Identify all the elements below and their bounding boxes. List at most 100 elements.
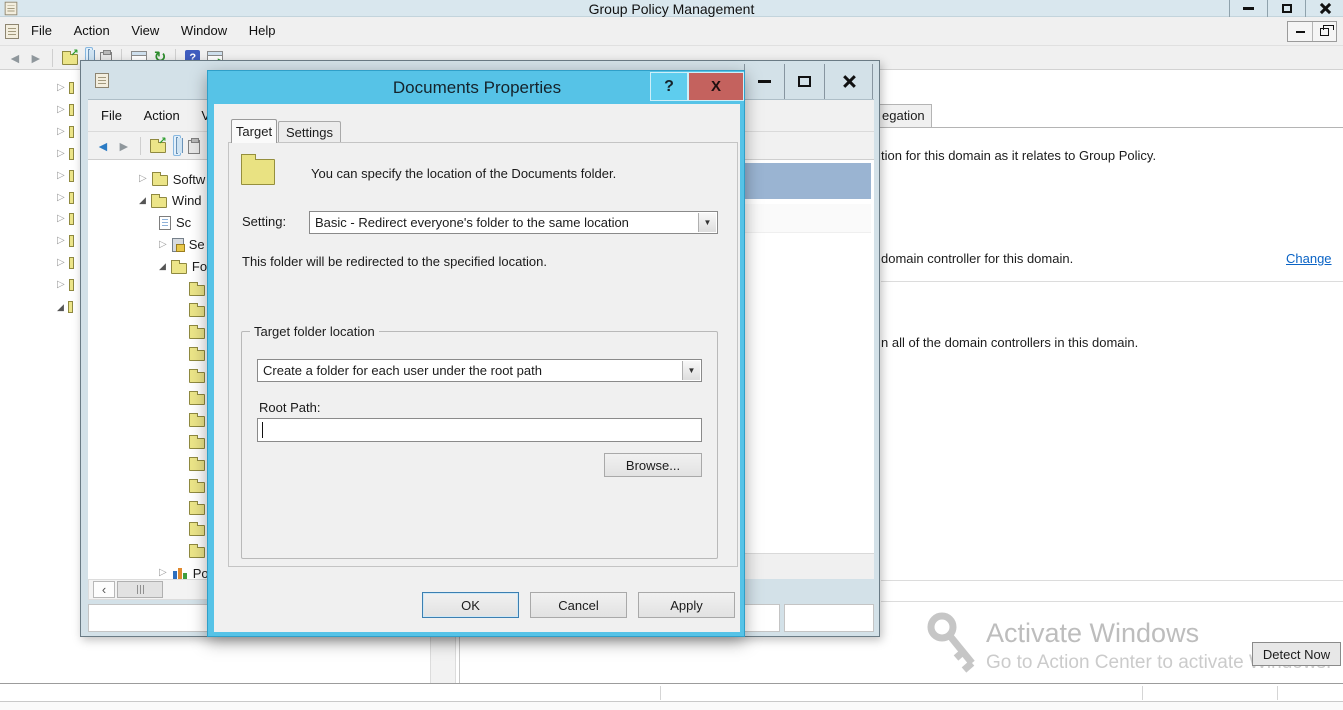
expander-collapsed-icon[interactable]: ▷ — [57, 149, 65, 159]
scripts-icon — [159, 216, 171, 230]
folder-icon — [189, 482, 205, 493]
mdi-restore-button[interactable] — [1312, 22, 1336, 41]
console-tree-toggle-button[interactable] — [173, 135, 181, 156]
main-tree-row[interactable]: ◢ — [57, 297, 73, 317]
expander-expanded-icon[interactable]: ◢ — [159, 262, 166, 271]
toolbar-separator — [52, 49, 53, 67]
expander-collapsed-icon[interactable]: ▷ — [57, 171, 65, 181]
expander-collapsed-icon[interactable]: ▷ — [57, 83, 65, 93]
tree-item-icon-sliver — [69, 279, 74, 291]
location-combobox[interactable]: Create a folder for each user under the … — [257, 359, 702, 382]
documents-folder-icon — [241, 159, 275, 185]
main-tree-row[interactable]: ▷ — [57, 253, 74, 273]
expander-collapsed-icon[interactable]: ▷ — [57, 105, 65, 115]
expander-collapsed-icon[interactable]: ▷ — [57, 193, 65, 203]
mdi-minimize-button[interactable] — [1288, 22, 1312, 41]
tab-target[interactable]: Target — [231, 119, 277, 143]
main-tree-row[interactable]: ▷ — [57, 122, 74, 142]
status-divider — [1277, 686, 1278, 700]
dropdown-button[interactable]: ▼ — [698, 213, 716, 232]
cancel-button[interactable]: Cancel — [530, 592, 627, 618]
setting-combobox[interactable]: Basic - Redirect everyone's folder to th… — [309, 211, 718, 234]
groupbox-title: Target folder location — [250, 324, 379, 339]
chevron-down-icon: ▼ — [688, 366, 696, 375]
expander-collapsed-icon[interactable]: ▷ — [159, 568, 167, 578]
editor-close-button[interactable] — [824, 64, 873, 99]
dialog-help-button[interactable]: ? — [650, 72, 688, 101]
root-path-input[interactable] — [257, 418, 702, 442]
expander-expanded-icon[interactable]: ◢ — [139, 196, 146, 205]
expander-collapsed-icon[interactable]: ▷ — [57, 214, 65, 224]
change-link[interactable]: Change — [1286, 251, 1332, 266]
tab-delegation-partial[interactable]: egation — [878, 104, 932, 127]
main-tree-row[interactable]: ▷ — [57, 100, 74, 120]
menu-file[interactable]: File — [22, 17, 61, 38]
expander-collapsed-icon[interactable]: ▷ — [139, 174, 147, 184]
main-tree-row[interactable]: ▷ — [57, 78, 74, 98]
scrollbar-thumb[interactable] — [117, 581, 163, 598]
expander-collapsed-icon[interactable]: ▷ — [159, 240, 167, 250]
main-titlebar: Group Policy Management — [0, 0, 1343, 17]
minimize-icon — [1296, 31, 1305, 33]
forward-arrow-icon[interactable]: ► — [117, 139, 131, 153]
section-divider — [881, 281, 1343, 282]
expander-collapsed-icon[interactable]: ▷ — [57, 236, 65, 246]
maximize-icon — [1282, 4, 1292, 13]
detect-now-button[interactable]: Detect Now — [1252, 642, 1341, 666]
up-folder-icon[interactable] — [150, 142, 166, 153]
main-tree-row[interactable]: ▷ — [57, 209, 74, 229]
back-arrow-icon[interactable]: ◄ — [8, 51, 22, 65]
editor-window-controls — [744, 64, 873, 99]
folder-icon — [189, 504, 205, 515]
expander-collapsed-icon[interactable]: ▷ — [57, 127, 65, 137]
section-divider — [881, 580, 1343, 581]
menu-window[interactable]: Window — [172, 17, 236, 38]
security-icon — [172, 238, 184, 252]
menu-action[interactable]: Action — [65, 17, 119, 38]
editor-menu-action[interactable]: Action — [135, 100, 189, 123]
main-menubar: File Action View Window Help — [0, 17, 1343, 46]
tree-item-icon-sliver — [69, 148, 74, 160]
menu-help[interactable]: Help — [240, 17, 285, 38]
list-row[interactable] — [745, 204, 871, 233]
expander-expanded-icon[interactable]: ◢ — [57, 303, 64, 312]
browse-button[interactable]: Browse... — [604, 453, 702, 477]
clipboard-icon[interactable] — [188, 140, 200, 154]
up-folder-icon[interactable] — [62, 54, 78, 65]
folder-icon — [189, 328, 205, 339]
editor-minimize-button[interactable] — [744, 64, 784, 99]
main-tree-row[interactable]: ▷ — [57, 275, 74, 295]
apply-button[interactable]: Apply — [638, 592, 735, 618]
dialog-close-button[interactable]: X — [688, 72, 744, 101]
folder-icon — [189, 285, 205, 296]
tab-settings[interactable]: Settings — [278, 121, 341, 142]
activate-windows-watermark: Activate Windows — [986, 618, 1199, 649]
main-tree-row[interactable]: ▷ — [57, 188, 74, 208]
right-panel-text-3: n all of the domain controllers in this … — [881, 335, 1138, 350]
text-cursor — [262, 422, 263, 438]
editor-maximize-button[interactable] — [784, 64, 824, 99]
main-tree-row[interactable]: ▷ — [57, 144, 74, 164]
main-tree-row[interactable]: ▷ — [57, 231, 74, 251]
close-button[interactable] — [1305, 0, 1343, 17]
back-arrow-icon[interactable]: ◄ — [96, 139, 110, 153]
main-tree-row[interactable]: ▷ — [57, 166, 74, 186]
dropdown-button[interactable]: ▼ — [682, 361, 700, 380]
maximize-button[interactable] — [1267, 0, 1305, 17]
screen: Group Policy Management File Action View… — [0, 0, 1343, 710]
forward-arrow-icon[interactable]: ► — [29, 51, 43, 65]
close-icon — [842, 75, 855, 88]
folder-icon — [189, 350, 205, 361]
tree-item-icon-sliver — [69, 170, 74, 182]
selected-list-row[interactable] — [745, 163, 871, 199]
scroll-left-button[interactable]: ‹ — [93, 581, 115, 598]
menu-view[interactable]: View — [122, 17, 168, 38]
toolbar-separator — [140, 137, 141, 155]
minimize-button[interactable] — [1229, 0, 1267, 17]
editor-menu-file[interactable]: File — [92, 100, 131, 123]
expander-collapsed-icon[interactable]: ▷ — [57, 258, 65, 268]
ok-button[interactable]: OK — [422, 592, 519, 618]
folder-icon — [151, 197, 167, 208]
expander-collapsed-icon[interactable]: ▷ — [57, 280, 65, 290]
close-icon — [1319, 3, 1330, 14]
